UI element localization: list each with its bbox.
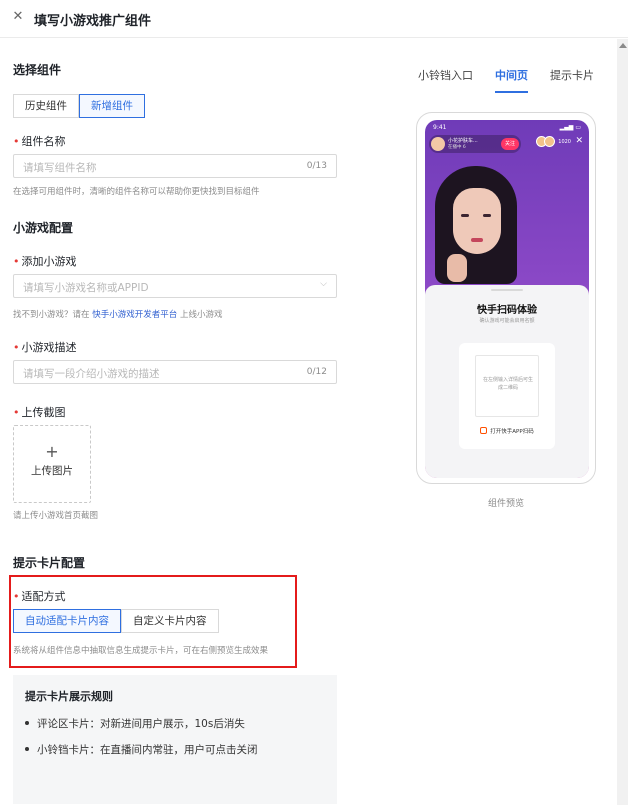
add-game-help: 找不到小游戏？请在 快手小游戏开发者平台 上线小游戏 <box>13 310 223 320</box>
preview-panel: 小铃铛入口 中间页 提示卡片 9:41 ▂▄▆ ▭ 小花护肤车... 在播中 6… <box>350 39 628 805</box>
preview-tabs: 小铃铛入口 中间页 提示卡片 <box>418 67 616 93</box>
signal-battery-icon: ▂▄▆ ▭ <box>559 124 581 131</box>
component-name-count: 0/13 <box>306 161 327 171</box>
kuaishou-logo-icon <box>480 427 488 434</box>
scan-hint: 打开快手APP扫码 <box>459 427 555 435</box>
rule-item: 评论区卡片：对新进间用户展示，10s后消失 <box>25 716 245 731</box>
sheet-grip <box>491 289 523 291</box>
qr-placeholder: 在左侧输入详情后可生成二维码 <box>475 355 539 417</box>
sheet-subtitle: 确认游戏可能会启用名额 <box>479 318 535 324</box>
tab-tip-card[interactable]: 提示卡片 <box>550 67 594 93</box>
chevron-down-icon: ⌵ <box>320 279 327 289</box>
upload-image-button[interactable]: + 上传图片 <box>13 425 91 503</box>
streamer-portrait <box>425 160 589 285</box>
viewer-avatars: 1020 <box>536 136 571 147</box>
component-name-help: 在选择可用组件时，清晰的组件名称可以帮助你更快找到目标组件 <box>13 187 260 197</box>
add-game-label: • 添加小游戏 <box>13 255 77 268</box>
dialog-title: 填写小游戏推广组件 <box>34 14 152 29</box>
form-panel: 选择组件 历史组件 新增组件 • 组件名称 请填写组件名称 0/13 在选择可用组… <box>0 39 350 805</box>
history-component-option[interactable]: 历史组件 <box>13 94 79 118</box>
status-time: 9:41 <box>433 124 447 131</box>
upload-screenshot-label: • 上传截图 <box>13 406 66 419</box>
dialog-header: ✕ 填写小游戏推广组件 <box>0 0 628 38</box>
scroll-up-arrow-icon[interactable] <box>619 43 627 48</box>
qr-card: 在左侧输入详情后可生成二维码 打开快手APP扫码 <box>459 343 555 449</box>
adapt-mode-segment: 自动适配卡片内容 自定义卡片内容 <box>13 609 219 633</box>
game-description-label: • 小游戏描述 <box>13 341 77 354</box>
close-icon: ✕ <box>575 136 583 146</box>
avatar <box>431 137 445 151</box>
rules-title: 提示卡片展示规则 <box>25 690 113 703</box>
custom-card-option[interactable]: 自定义卡片内容 <box>121 609 219 633</box>
component-name-label: • 组件名称 <box>13 135 66 148</box>
tab-middle-page[interactable]: 中间页 <box>495 67 528 93</box>
auto-adapt-option[interactable]: 自动适配卡片内容 <box>13 609 121 633</box>
game-config-title: 小游戏配置 <box>13 221 74 235</box>
preview-caption: 组件预览 <box>487 499 524 509</box>
follow-button: 关注 <box>501 138 519 150</box>
select-component-title: 选择组件 <box>13 63 62 77</box>
tip-card-rules: 提示卡片展示规则 评论区卡片：对新进间用户展示，10s后消失 小铃铛卡片：在直播… <box>13 675 337 804</box>
streamer-info: 小花护肤车... 在播中 6 关注 <box>429 135 521 153</box>
add-game-select[interactable]: 请填写小游戏名称或APPID ⌵ <box>13 274 337 298</box>
phone-screen: 9:41 ▂▄▆ ▭ 小花护肤车... 在播中 6 关注 1020 ✕ 快手扫码… <box>425 120 589 478</box>
tab-bell-entry[interactable]: 小铃铛入口 <box>418 67 473 93</box>
rule-item: 小铃铛卡片：在直播间内常驻，用户可点击关闭 <box>25 742 258 757</box>
select-component-segment: 历史组件 新增组件 <box>13 94 145 118</box>
phone-preview: 9:41 ▂▄▆ ▭ 小花护肤车... 在播中 6 关注 1020 ✕ 快手扫码… <box>416 112 596 484</box>
tip-card-config-title: 提示卡片配置 <box>13 556 86 570</box>
game-description-input[interactable]: 请填写一段介绍小游戏的描述 0/12 <box>13 360 337 384</box>
upload-screenshot-help: 请上传小游戏首页截图 <box>13 511 99 521</box>
close-icon[interactable]: ✕ <box>11 10 25 24</box>
scan-sheet: 快手扫码体验 确认游戏可能会启用名额 在左侧输入详情后可生成二维码 打开快手AP… <box>425 285 589 478</box>
game-description-count: 0/12 <box>306 367 327 377</box>
adapt-mode-help: 系统将从组件信息中抽取信息生成提示卡片，可在右侧预览生成效果 <box>13 646 269 656</box>
scrollbar[interactable] <box>617 39 628 805</box>
plus-icon: + <box>45 442 59 461</box>
component-name-input[interactable]: 请填写组件名称 0/13 <box>13 154 337 178</box>
new-component-option[interactable]: 新增组件 <box>79 94 145 118</box>
adapt-mode-label: • 适配方式 <box>13 590 66 603</box>
developer-platform-link[interactable]: 快手小游戏开发者平台 <box>92 310 177 320</box>
sheet-title: 快手扫码体验 <box>477 305 537 316</box>
